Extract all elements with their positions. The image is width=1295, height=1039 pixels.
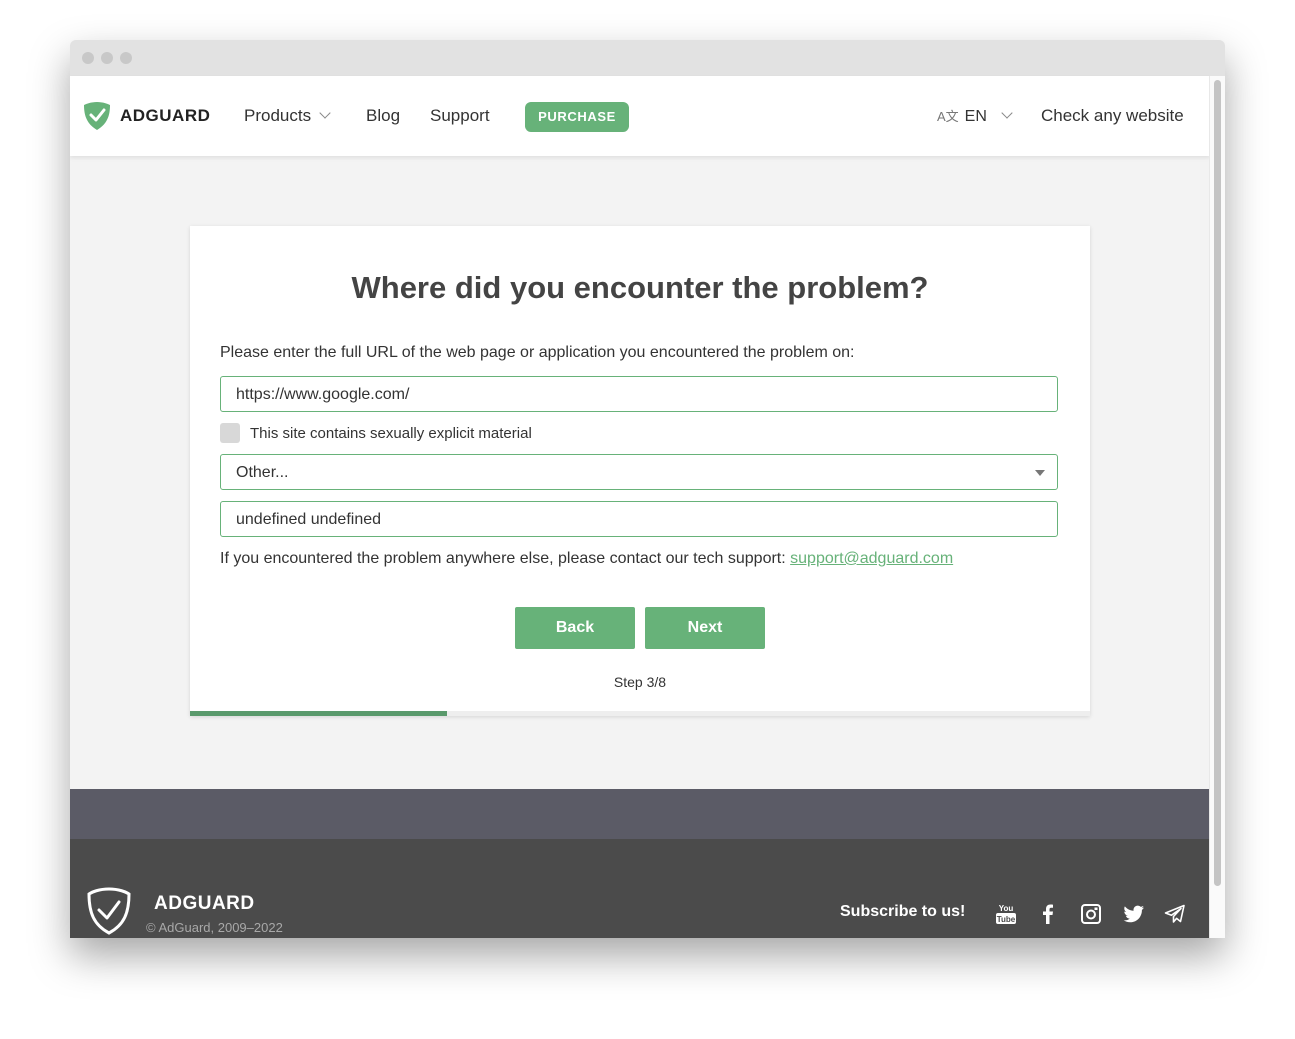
- twitter-icon[interactable]: [1122, 902, 1146, 926]
- caret-down-icon: [1035, 470, 1045, 476]
- support-note: If you encountered the problem anywhere …: [220, 550, 953, 568]
- footer-band: [70, 789, 1210, 839]
- back-button[interactable]: Back: [515, 607, 635, 649]
- browser-window: ADGUARD Products Blog Support PURCHASE A…: [70, 40, 1225, 938]
- adguard-shield-icon[interactable]: [84, 102, 110, 130]
- facebook-icon[interactable]: [1036, 902, 1060, 926]
- explicit-checkbox[interactable]: [220, 423, 240, 443]
- nav-products-label: Products: [244, 106, 312, 125]
- vertical-scrollbar[interactable]: [1209, 76, 1225, 938]
- page-title: Where did you encounter the problem?: [351, 270, 929, 305]
- url-prompt: Please enter the full URL of the web pag…: [220, 344, 855, 361]
- svg-text:You: You: [999, 904, 1014, 913]
- next-button[interactable]: Next: [645, 607, 765, 649]
- support-note-text: If you encountered the problem anywhere …: [220, 550, 786, 567]
- page: ADGUARD Products Blog Support PURCHASE A…: [70, 76, 1210, 938]
- nav-support[interactable]: Support: [430, 106, 490, 126]
- support-email-link[interactable]: support@adguard.com: [790, 550, 953, 567]
- instagram-icon[interactable]: [1079, 902, 1103, 926]
- nav-products[interactable]: Products: [244, 106, 331, 126]
- logo-text[interactable]: ADGUARD: [120, 106, 210, 126]
- window-titlebar: [70, 40, 1225, 76]
- youtube-icon[interactable]: You Tube: [994, 902, 1018, 926]
- app-input[interactable]: undefined undefined: [220, 501, 1058, 537]
- site-footer: ADGUARD © AdGuard, 2009–2022 Subscribe t…: [70, 839, 1210, 938]
- nav-blog[interactable]: Blog: [366, 106, 400, 126]
- window-minimize-dot[interactable]: [101, 52, 113, 64]
- category-select[interactable]: Other...: [220, 454, 1058, 490]
- telegram-icon[interactable]: [1163, 902, 1187, 926]
- window-close-dot[interactable]: [82, 52, 94, 64]
- footer-logo-text[interactable]: ADGUARD: [154, 893, 255, 915]
- report-form-card: Where did you encounter the problem? Ple…: [190, 226, 1090, 716]
- explicit-checkbox-label[interactable]: This site contains sexually explicit mat…: [250, 425, 532, 442]
- chevron-down-icon: [319, 107, 331, 119]
- adguard-footer-shield-icon[interactable]: [86, 886, 132, 936]
- site-header: ADGUARD Products Blog Support PURCHASE A…: [70, 76, 1210, 156]
- progress-bar-fill: [190, 711, 448, 716]
- chevron-down-icon: [1001, 107, 1013, 119]
- url-input[interactable]: https://www.google.com/: [220, 376, 1058, 412]
- progress-bar: [190, 711, 1090, 716]
- step-indicator: Step 3/8: [613, 674, 667, 690]
- svg-text:Tube: Tube: [997, 915, 1016, 924]
- check-website-link[interactable]: Check any website: [1041, 106, 1184, 126]
- subscribe-label: Subscribe to us!: [840, 903, 966, 920]
- scrollbar-thumb[interactable]: [1214, 80, 1221, 886]
- purchase-button[interactable]: PURCHASE: [525, 102, 629, 132]
- language-selector[interactable]: A文 EN: [937, 106, 1013, 126]
- language-label: EN: [964, 108, 987, 125]
- window-zoom-dot[interactable]: [120, 52, 132, 64]
- category-selected-value: Other...: [236, 464, 289, 481]
- translate-icon: A文: [937, 109, 959, 124]
- copyright: © AdGuard, 2009–2022: [146, 920, 283, 935]
